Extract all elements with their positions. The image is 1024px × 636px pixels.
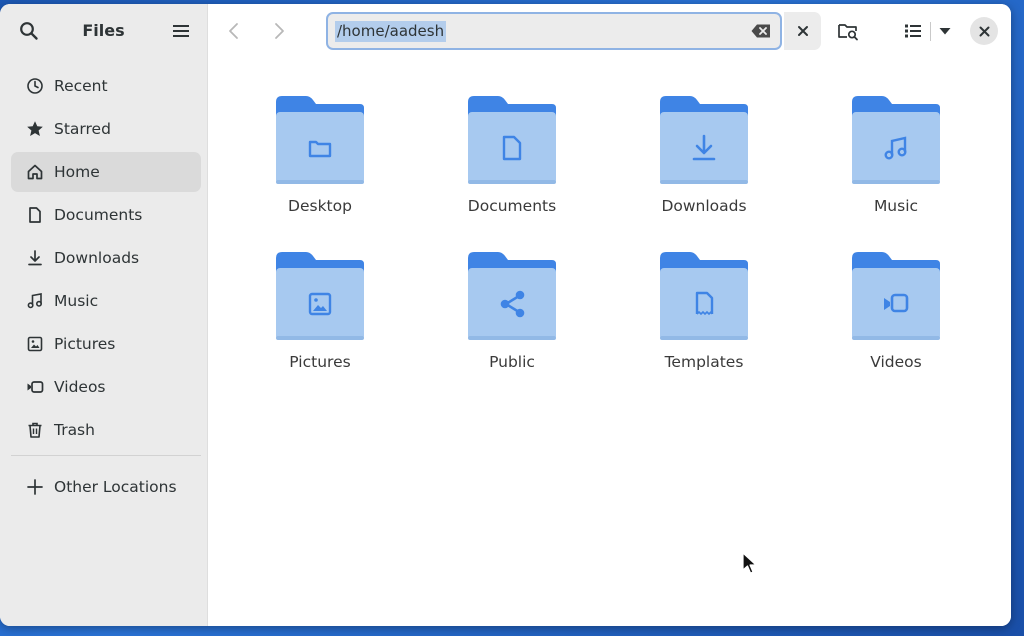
plus-icon <box>25 477 45 497</box>
folder-item-music[interactable]: Music <box>816 92 976 232</box>
sidebar-item-label: Trash <box>54 421 95 439</box>
sidebar-item-other-locations[interactable]: Other Locations <box>11 467 201 507</box>
forward-button[interactable] <box>264 16 294 46</box>
folder-public-icon <box>468 252 556 340</box>
sidebar-item-label: Recent <box>54 77 108 95</box>
sidebar-item-pictures[interactable]: Pictures <box>11 324 201 364</box>
search-folder-button[interactable] <box>833 16 863 46</box>
sidebar-item-trash[interactable]: Trash <box>11 410 201 450</box>
location-path-text: /home/aadesh <box>335 20 447 42</box>
chevron-left-icon <box>229 23 238 39</box>
folder-label: Pictures <box>289 353 351 371</box>
folder-item-documents[interactable]: Documents <box>432 92 592 232</box>
header-bar: /home/aadesh <box>208 4 1011 58</box>
sidebar-separator <box>11 455 201 456</box>
location-entry[interactable]: /home/aadesh <box>326 12 782 50</box>
sidebar-item-documents[interactable]: Documents <box>11 195 201 235</box>
folder-item-desktop[interactable]: Desktop <box>240 92 400 232</box>
view-button-separator <box>930 22 931 41</box>
clear-entry-icon[interactable] <box>750 23 772 39</box>
folder-desktop-icon <box>276 96 364 184</box>
chevron-down-icon <box>939 28 951 35</box>
sidebar-item-label: Videos <box>54 378 106 396</box>
sidebar-item-label: Documents <box>54 206 143 224</box>
close-location-button[interactable] <box>784 12 821 50</box>
folder-search-icon <box>838 24 858 41</box>
places-list: Recent Starred Home Documents Downloads … <box>11 66 201 453</box>
mouse-pointer-icon <box>742 552 757 574</box>
sidebar-item-videos[interactable]: Videos <box>11 367 201 407</box>
back-button[interactable] <box>219 16 249 46</box>
download-icon <box>25 248 45 268</box>
folder-label: Downloads <box>661 197 747 215</box>
list-view-button[interactable] <box>898 16 928 46</box>
main-content: /home/aadesh Desktop Documents Downloads… <box>208 4 1011 626</box>
home-icon <box>25 162 45 182</box>
sidebar-item-home[interactable]: Home <box>11 152 201 192</box>
hamburger-icon <box>173 25 189 37</box>
sidebar-item-label: Other Locations <box>54 478 177 496</box>
view-options-button[interactable] <box>932 16 958 46</box>
files-window: Files Recent Starred Home Documents Down… <box>0 4 1011 626</box>
folder-label: Music <box>873 197 919 215</box>
sidebar-item-label: Music <box>54 292 99 310</box>
sidebar-item-recent[interactable]: Recent <box>11 66 201 106</box>
sidebar-item-starred[interactable]: Starred <box>11 109 201 149</box>
folder-item-templates[interactable]: Templates <box>624 248 784 388</box>
sidebar-item-music[interactable]: Music <box>11 281 201 321</box>
folder-videos-icon <box>852 252 940 340</box>
list-icon <box>905 24 921 38</box>
folder-item-downloads[interactable]: Downloads <box>624 92 784 232</box>
folder-label: Public <box>489 353 535 371</box>
sidebar-item-label: Downloads <box>54 249 140 267</box>
folder-item-public[interactable]: Public <box>432 248 592 388</box>
close-icon <box>979 26 989 36</box>
image-icon <box>25 334 45 354</box>
sidebar-item-label: Pictures <box>54 335 116 353</box>
close-icon <box>797 26 808 36</box>
folder-item-pictures[interactable]: Pictures <box>240 248 400 388</box>
sidebar-item-label: Home <box>54 163 100 181</box>
music-icon <box>25 291 45 311</box>
folder-music-icon <box>852 96 940 184</box>
sidebar-header: Files <box>0 4 207 58</box>
folder-label: Documents <box>467 197 557 215</box>
folder-pictures-icon <box>276 252 364 340</box>
window-close-button[interactable] <box>970 17 998 45</box>
folder-label: Desktop <box>288 197 352 215</box>
folder-downloads-icon <box>660 96 748 184</box>
folder-item-videos[interactable]: Videos <box>816 248 976 388</box>
folder-label: Templates <box>664 353 744 371</box>
star-icon <box>25 119 45 139</box>
chevron-right-icon <box>275 23 284 39</box>
sidebar: Files Recent Starred Home Documents Down… <box>0 4 208 626</box>
sidebar-item-label: Starred <box>54 120 111 138</box>
clock-icon <box>25 76 45 96</box>
trash-icon <box>25 420 45 440</box>
folder-label: Videos <box>870 353 922 371</box>
document-icon <box>25 205 45 225</box>
folder-documents-icon <box>468 96 556 184</box>
video-icon <box>25 377 45 397</box>
main-menu-button[interactable] <box>164 16 198 46</box>
folder-templates-icon <box>660 252 748 340</box>
sidebar-item-downloads[interactable]: Downloads <box>11 238 201 278</box>
